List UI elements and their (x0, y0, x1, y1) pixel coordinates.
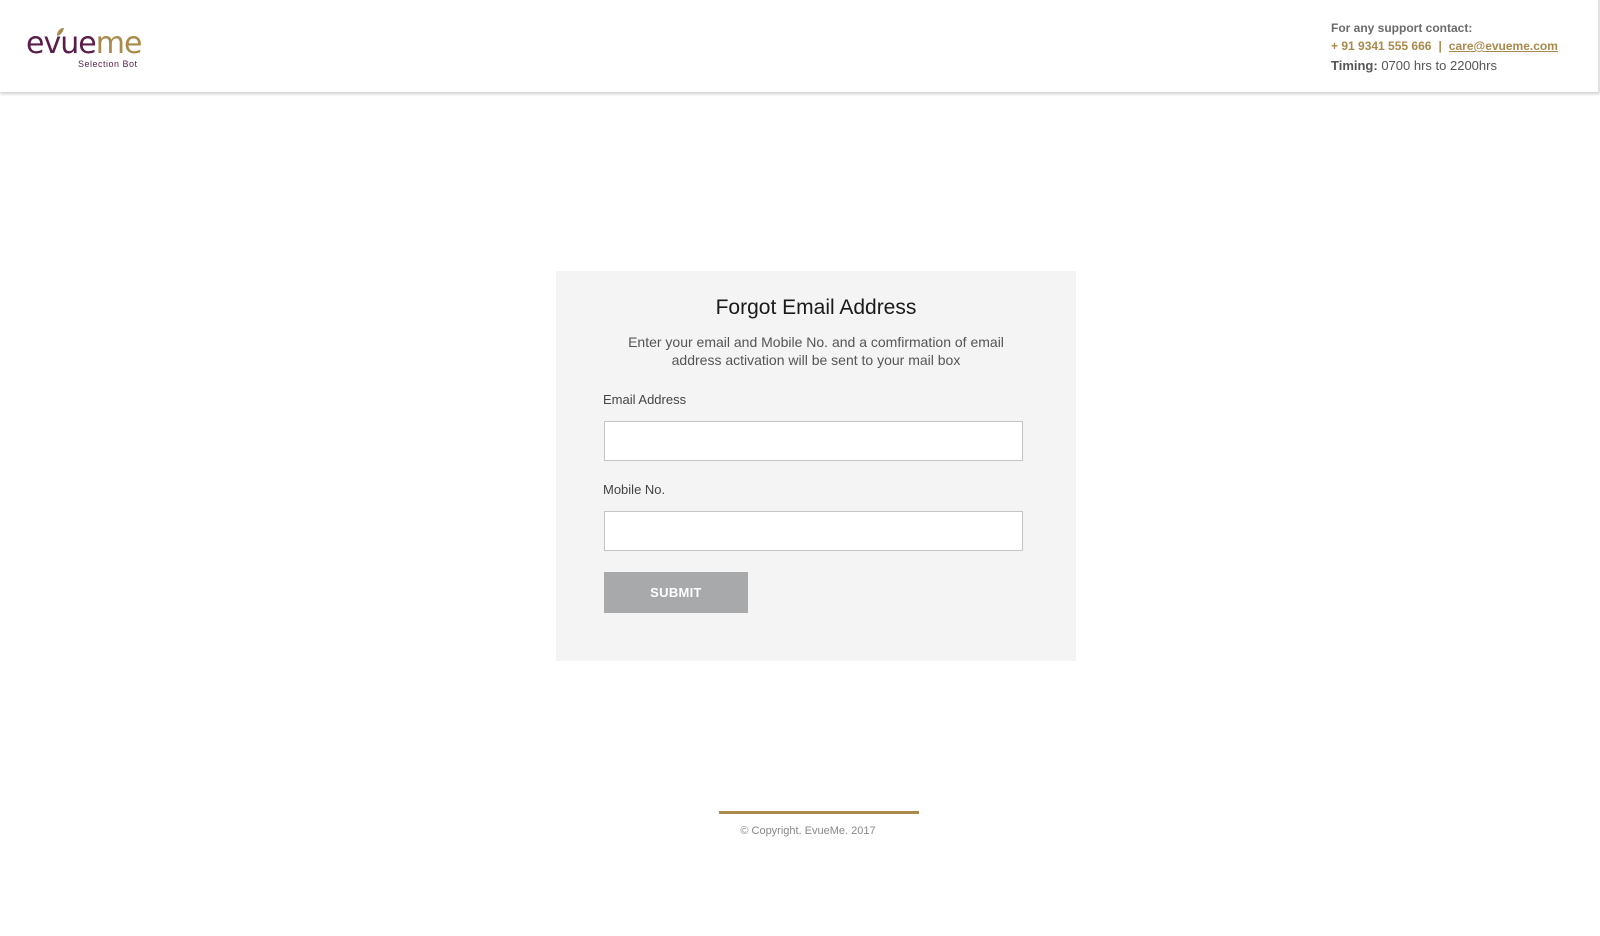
support-contact-line: + 91 9341 555 666 | care@evueme.com (1331, 38, 1558, 58)
email-label: Email Address (603, 392, 687, 407)
forgot-email-card: Forgot Email Address Enter your email an… (556, 271, 1076, 661)
support-email-link[interactable]: care@evueme.com (1449, 39, 1558, 53)
logo-subtitle: Selection Bot (78, 59, 138, 69)
submit-button[interactable]: SUBMIT (604, 572, 748, 613)
leaf-icon (57, 28, 64, 36)
mobile-field[interactable] (604, 511, 1023, 551)
support-phone[interactable]: + 91 9341 555 666 (1331, 39, 1431, 53)
support-title: For any support contact: (1331, 21, 1473, 35)
support-contact: For any support contact: + 91 9341 555 6… (1331, 20, 1558, 74)
logo-wordmark: evueme (26, 24, 143, 64)
page-title: Forgot Email Address (715, 296, 917, 319)
contact-separator: | (1438, 39, 1442, 53)
logo-letters-ue: ue (60, 26, 96, 61)
email-field[interactable] (604, 421, 1023, 461)
logo-letter-e: e (26, 26, 44, 61)
logo-letters-me: me (95, 26, 143, 61)
timing-value: 0700 hrs to 2200hrs (1381, 58, 1497, 73)
mobile-label: Mobile No. (603, 482, 666, 497)
support-timing: Timing: 0700 hrs to 2200hrs (1331, 58, 1558, 74)
evueme-logo[interactable]: evueme Selection Bot (26, 24, 146, 70)
page: evueme Selection Bot For any support con… (0, 0, 1600, 936)
timing-label: Timing: (1331, 58, 1378, 73)
footer-divider (719, 811, 919, 814)
site-header: evueme Selection Bot For any support con… (0, 0, 1600, 92)
copyright-text: © Copyright. EvueMe. 2017 (740, 825, 876, 837)
form-description: Enter your email and Mobile No. and a co… (628, 334, 1004, 368)
